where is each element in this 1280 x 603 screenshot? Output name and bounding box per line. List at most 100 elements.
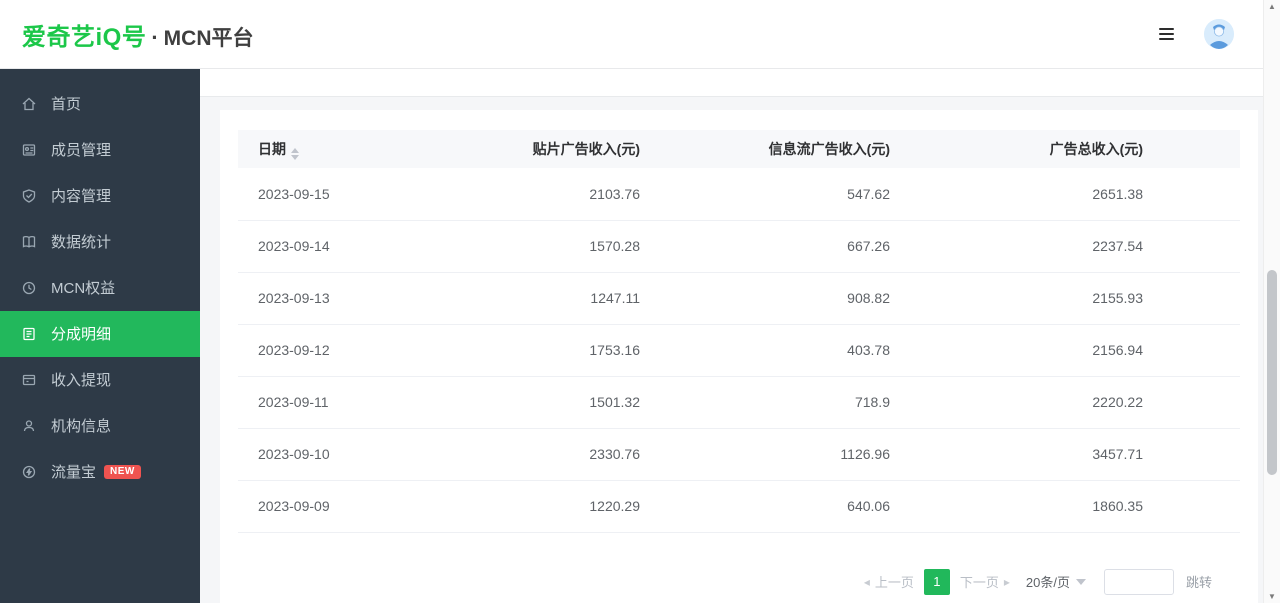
logo-brand-text: 爱奇艺iQ号	[22, 17, 146, 52]
column-header-feed-revenue: 信息流广告收入(元)	[660, 130, 910, 168]
revenue-table: 日期 贴片广告收入(元) 信息流广告收入(元) 广告总收入(元) 2023-09…	[238, 130, 1240, 533]
sort-caret-icon[interactable]	[291, 148, 299, 160]
table-row: 2023-09-11 1501.32 718.9 2220.22	[238, 376, 1240, 428]
sidebar-item-traffic[interactable]: 流量宝 NEW	[0, 449, 200, 495]
sidebar-item-label: 数据统计	[51, 235, 111, 250]
chevron-down-icon	[1076, 579, 1086, 585]
scrollbar[interactable]: ▲ ▼	[1263, 0, 1280, 603]
app-header: 爱奇艺iQ号 · MCN平台	[0, 0, 1280, 69]
avatar-figure-icon	[1204, 19, 1234, 49]
hamburger-menu-icon[interactable]	[1159, 28, 1174, 40]
new-badge: NEW	[104, 465, 141, 479]
cell-feed: 547.62	[660, 168, 910, 220]
content-icon	[21, 188, 37, 204]
cell-preroll: 1247.11	[460, 272, 660, 324]
cell-total: 2155.93	[910, 272, 1240, 324]
sidebar-nav: 首页 成员管理 内容管理 数据统计 MCN权益	[0, 69, 200, 603]
user-avatar[interactable]	[1204, 19, 1234, 49]
cell-date: 2023-09-11	[238, 376, 460, 428]
members-icon	[21, 142, 37, 158]
prev-page-button[interactable]: ◂ 上一页	[864, 572, 914, 591]
jump-button[interactable]: 跳转	[1186, 572, 1212, 591]
table-row: 2023-09-12 1753.16 403.78 2156.94	[238, 324, 1240, 376]
sidebar-item-label: 内容管理	[51, 189, 111, 204]
sidebar-item-revenue-detail[interactable]: 分成明细	[0, 311, 200, 357]
logo[interactable]: 爱奇艺iQ号 · MCN平台	[22, 17, 254, 52]
home-icon	[21, 96, 37, 112]
sidebar-item-label: 首页	[51, 97, 81, 112]
sidebar-item-org-info[interactable]: 机构信息	[0, 403, 200, 449]
logo-platform-text: MCN平台	[164, 22, 254, 52]
sidebar-item-label: 成员管理	[51, 143, 111, 158]
table-header-row: 日期 贴片广告收入(元) 信息流广告收入(元) 广告总收入(元)	[238, 130, 1240, 168]
cell-date: 2023-09-12	[238, 324, 460, 376]
cell-date: 2023-09-15	[238, 168, 460, 220]
column-header-total-revenue: 广告总收入(元)	[910, 130, 1240, 168]
page: 爱奇艺iQ号 · MCN平台 首页	[0, 0, 1280, 603]
cell-date: 2023-09-10	[238, 428, 460, 480]
revenue-table-card: 日期 贴片广告收入(元) 信息流广告收入(元) 广告总收入(元) 2023-09…	[220, 110, 1258, 603]
sidebar-item-stats[interactable]: 数据统计	[0, 219, 200, 265]
next-page-button[interactable]: 下一页 ▸	[960, 572, 1010, 591]
cell-feed: 640.06	[660, 480, 910, 532]
cell-date: 2023-09-14	[238, 220, 460, 272]
scrollbar-thumb[interactable]	[1267, 270, 1277, 475]
cell-preroll: 1220.29	[460, 480, 660, 532]
org-icon	[21, 418, 37, 434]
logo-separator-dot: ·	[151, 25, 158, 51]
cell-total: 2156.94	[910, 324, 1240, 376]
cell-feed: 403.78	[660, 324, 910, 376]
cell-preroll: 1501.32	[460, 376, 660, 428]
table-row: 2023-09-10 2330.76 1126.96 3457.71	[238, 428, 1240, 480]
cell-date: 2023-09-09	[238, 480, 460, 532]
table-row: 2023-09-15 2103.76 547.62 2651.38	[238, 168, 1240, 220]
column-header-label: 日期	[258, 141, 286, 157]
table-row: 2023-09-09 1220.29 640.06 1860.35	[238, 480, 1240, 532]
cell-total: 1860.35	[910, 480, 1240, 532]
current-page-button[interactable]: 1	[924, 569, 950, 595]
next-page-label: 下一页	[960, 572, 999, 591]
cell-feed: 1126.96	[660, 428, 910, 480]
table-row: 2023-09-13 1247.11 908.82 2155.93	[238, 272, 1240, 324]
sidebar-item-content[interactable]: 内容管理	[0, 173, 200, 219]
sidebar-item-members[interactable]: 成员管理	[0, 127, 200, 173]
cell-preroll: 2103.76	[460, 168, 660, 220]
cell-feed: 667.26	[660, 220, 910, 272]
withdraw-icon	[21, 372, 37, 388]
jump-page-input[interactable]	[1104, 569, 1174, 595]
main-content: 日期 贴片广告收入(元) 信息流广告收入(元) 广告总收入(元) 2023-09…	[200, 69, 1263, 603]
content-top-strip	[200, 69, 1263, 97]
table-row: 2023-09-14 1570.28 667.26 2237.54	[238, 220, 1240, 272]
sidebar-item-label: 机构信息	[51, 419, 111, 434]
sidebar-item-withdraw[interactable]: 收入提现	[0, 357, 200, 403]
sidebar-item-label: 收入提现	[51, 373, 111, 388]
cell-preroll: 1570.28	[460, 220, 660, 272]
sidebar-item-label: 流量宝	[51, 465, 96, 480]
prev-page-label: 上一页	[875, 572, 914, 591]
cell-preroll: 2330.76	[460, 428, 660, 480]
sidebar-item-home[interactable]: 首页	[0, 81, 200, 127]
column-header-preroll-revenue: 贴片广告收入(元)	[460, 130, 660, 168]
benefits-icon	[21, 280, 37, 296]
traffic-icon	[21, 464, 37, 480]
cell-total: 2237.54	[910, 220, 1240, 272]
cell-feed: 718.9	[660, 376, 910, 428]
sidebar-item-label: MCN权益	[51, 281, 115, 296]
cell-total: 3457.71	[910, 428, 1240, 480]
scroll-up-icon[interactable]: ▲	[1264, 2, 1280, 11]
header-actions	[1159, 19, 1234, 49]
chevron-left-icon: ◂	[864, 575, 870, 589]
page-size-select[interactable]: 20条/页	[1026, 572, 1086, 591]
sidebar-item-mcn-benefits[interactable]: MCN权益	[0, 265, 200, 311]
scroll-down-icon[interactable]: ▼	[1264, 592, 1280, 601]
pagination: ◂ 上一页 1 下一页 ▸ 20条/页 跳转	[238, 569, 1212, 595]
sidebar-item-label: 分成明细	[51, 327, 111, 342]
detail-icon	[21, 326, 37, 342]
cell-preroll: 1753.16	[460, 324, 660, 376]
cell-total: 2651.38	[910, 168, 1240, 220]
chevron-right-icon: ▸	[1004, 575, 1010, 589]
cell-total: 2220.22	[910, 376, 1240, 428]
column-header-date[interactable]: 日期	[238, 130, 460, 168]
cell-date: 2023-09-13	[238, 272, 460, 324]
cell-feed: 908.82	[660, 272, 910, 324]
